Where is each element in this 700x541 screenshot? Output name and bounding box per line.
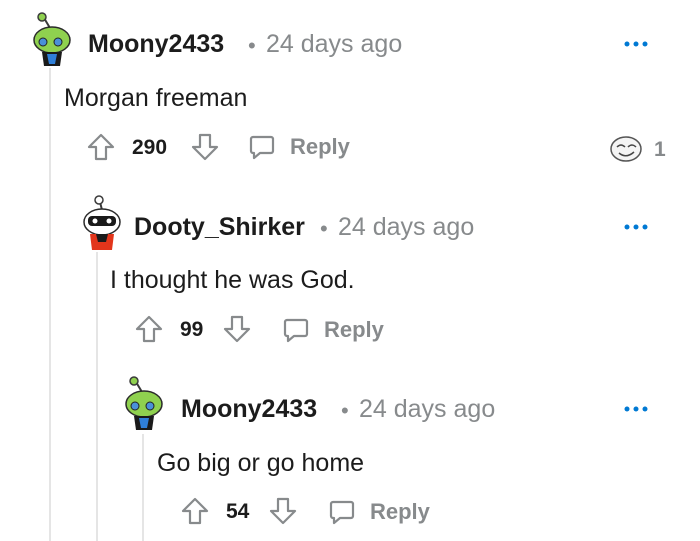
meta-separator: •	[320, 216, 328, 241]
thread-line-level-2[interactable]	[96, 252, 98, 541]
vote-score: 290	[132, 136, 168, 159]
comment-timestamp[interactable]: 24 days ago	[359, 395, 495, 424]
comment-timestamp[interactable]: 24 days ago	[338, 213, 474, 242]
reply-label: Reply	[324, 317, 384, 342]
reply-label: Reply	[290, 134, 350, 159]
reply-button[interactable]: Reply	[328, 495, 430, 529]
award-count: 1	[654, 138, 666, 161]
reply-button[interactable]: Reply	[282, 313, 384, 347]
upvote-arrow-icon[interactable]	[86, 132, 116, 162]
snoo-avatar-red-icon[interactable]	[80, 194, 124, 252]
meta-separator: •	[341, 398, 349, 423]
downvote-arrow-icon[interactable]	[268, 496, 298, 526]
comment-body: I thought he was God.	[110, 266, 355, 294]
reply-bubble-icon	[283, 318, 309, 343]
more-options-icon[interactable]	[623, 221, 649, 233]
upvote-arrow-icon[interactable]	[180, 496, 210, 526]
comment-author[interactable]: Moony2433	[181, 395, 317, 424]
comment-body: Morgan freeman	[64, 84, 248, 112]
reply-button[interactable]: Reply	[248, 130, 350, 164]
snoo-avatar-green-icon[interactable]	[30, 12, 74, 68]
comment-body: Go big or go home	[157, 449, 365, 477]
vote-score: 99	[180, 318, 204, 341]
more-options-icon[interactable]	[623, 403, 649, 415]
reply-bubble-icon	[249, 135, 275, 160]
comment-timestamp[interactable]: 24 days ago	[266, 30, 402, 59]
downvote-arrow-icon[interactable]	[222, 314, 252, 344]
reply-label: Reply	[370, 499, 430, 524]
downvote-arrow-icon[interactable]	[190, 132, 220, 162]
snoo-avatar-green-icon[interactable]	[122, 376, 166, 432]
thread-line-level-1[interactable]	[49, 68, 51, 541]
more-options-icon[interactable]	[623, 38, 649, 50]
award-icon[interactable]	[608, 134, 644, 164]
comment-author[interactable]: Moony2433	[88, 30, 224, 59]
comment-author[interactable]: Dooty_Shirker	[134, 213, 305, 242]
vote-score: 54	[226, 500, 250, 523]
thread-line-level-3[interactable]	[142, 434, 144, 541]
reply-bubble-icon	[329, 500, 355, 525]
upvote-arrow-icon[interactable]	[134, 314, 164, 344]
comment-thread: Moony2433 • 24 days ago Morgan freeman 2…	[0, 0, 700, 541]
meta-separator: •	[248, 33, 256, 58]
